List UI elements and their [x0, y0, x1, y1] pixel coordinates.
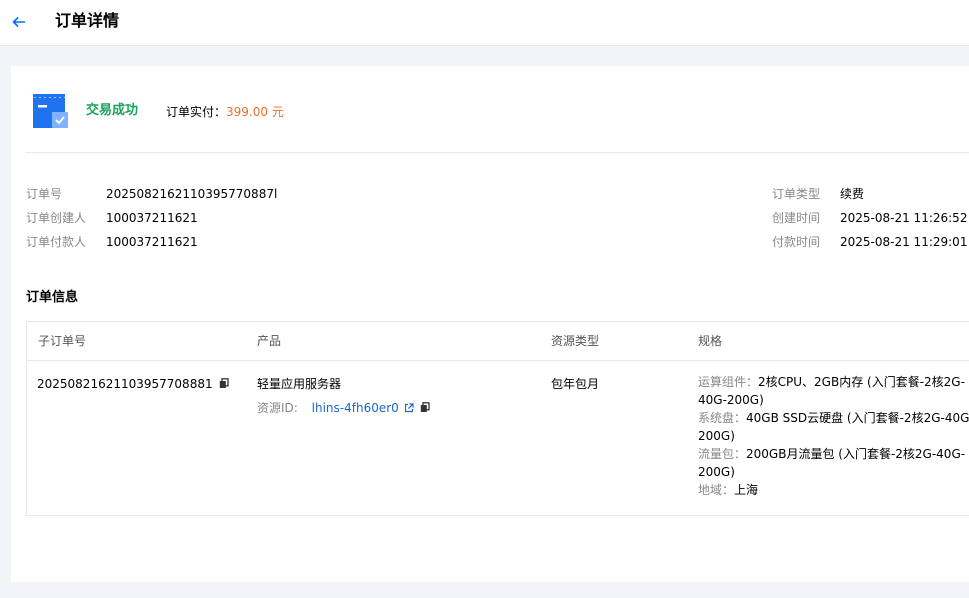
payer-value: 100037211621 [106, 235, 198, 249]
paid-time-value: 2025-08-21 11:29:01 [840, 235, 968, 249]
order-detail-card: 交易成功 订单实付：399.00 元 订单号 20250821621103957… [11, 66, 969, 582]
creator-label: 订单创建人 [26, 211, 87, 225]
order-receipt-icon [33, 94, 68, 128]
spec-key: 流量包： [698, 447, 747, 461]
order-type-value: 续费 [840, 187, 865, 201]
page-title: 订单详情 [55, 11, 120, 30]
order-no-label: 订单号 [26, 187, 63, 201]
top-bar: 订单详情 [0, 0, 969, 46]
back-arrow-icon[interactable] [10, 13, 28, 31]
section-title: 订单信息 [26, 290, 79, 305]
paid-amount: 399.00 元 [226, 105, 284, 119]
spec-key: 系统盘： [698, 411, 747, 425]
order-no-value: 2025082162110395770887l [106, 187, 278, 201]
order-table: 子订单号 产品 资源类型 规格 20250821621103957708881 … [26, 321, 969, 516]
resource-type-value: 包年包月 [551, 377, 600, 391]
divider [25, 152, 969, 153]
table-header: 子订单号 产品 资源类型 规格 [27, 322, 969, 361]
created-time-value: 2025-08-21 11:26:52 [840, 211, 968, 225]
copy-icon[interactable] [420, 402, 430, 413]
header-resource-type: 资源类型 [551, 334, 600, 348]
resource-id-label: 资源ID: [257, 401, 298, 415]
spec-key: 地域： [698, 483, 735, 497]
resource-id-link[interactable]: lhins-4fh60er0 [312, 401, 399, 415]
created-time-label: 创建时间 [772, 211, 821, 225]
header-spec: 规格 [698, 334, 723, 348]
spec-key: 运算组件： [698, 375, 759, 389]
paid-time-label: 付款时间 [772, 235, 821, 249]
status-row: 交易成功 订单实付：399.00 元 [11, 66, 969, 152]
spec-list: 运算组件：2核CPU、2GB内存 (入门套餐-2核2G-40G-200G) 系统… [698, 373, 969, 499]
paid-label: 订单实付： [166, 105, 227, 119]
spec-item: 流量包：200GB月流量包 (入门套餐-2核2G-40G-200G) [698, 445, 969, 481]
spec-item: 系统盘：40GB SSD云硬盘 (入门套餐-2核2G-40G-200G) [698, 409, 969, 445]
paid-amount-row: 订单实付：399.00 元 [166, 103, 284, 121]
spec-item: 地域：上海 [698, 481, 969, 499]
header-sub-order-no: 子订单号 [38, 334, 87, 348]
sub-order-no: 20250821621103957708881 [37, 377, 213, 391]
spec-item: 运算组件：2核CPU、2GB内存 (入门套餐-2核2G-40G-200G) [698, 373, 969, 409]
status-text: 交易成功 [86, 103, 139, 118]
copy-icon[interactable] [219, 378, 229, 389]
external-link-icon[interactable] [404, 403, 414, 413]
spec-value: 上海 [734, 483, 759, 497]
order-type-label: 订单类型 [772, 187, 821, 201]
payer-label: 订单付款人 [26, 235, 87, 249]
resource-id-row: 资源ID: lhins-4fh60er0 [257, 399, 430, 417]
sub-order-no-cell: 20250821621103957708881 [37, 375, 229, 393]
product-name: 轻量应用服务器 [257, 377, 342, 391]
creator-value: 100037211621 [106, 211, 198, 225]
header-product: 产品 [257, 334, 282, 348]
